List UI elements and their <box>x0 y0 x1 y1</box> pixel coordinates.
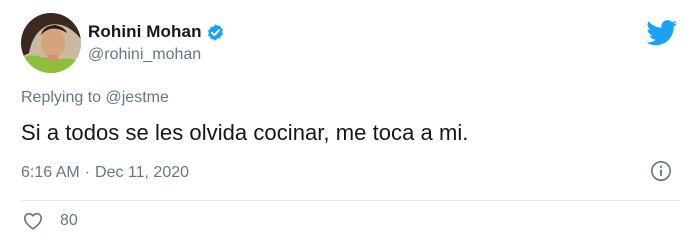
timestamp-separator: · <box>84 164 91 181</box>
author-handle[interactable]: @rohini_mohan <box>88 46 201 64</box>
like-count: 80 <box>60 212 78 229</box>
divider <box>21 200 680 201</box>
tweet-date: Dec 11, 2020 <box>95 164 190 181</box>
heart-icon <box>22 210 44 232</box>
replying-to: Replying to @jestme <box>21 89 169 107</box>
avatar[interactable] <box>21 13 81 73</box>
author-name-row: Rohini Mohan <box>88 22 225 42</box>
replying-to-label: Replying to <box>21 89 106 106</box>
tweet-text: Si a todos se les olvida cocinar, me toc… <box>21 120 469 145</box>
tweet-timestamp[interactable]: 6:16 AM · Dec 11, 2020 <box>21 164 189 182</box>
reply-mention-link[interactable]: @jestme <box>106 89 169 106</box>
avatar-image <box>21 13 81 73</box>
tweet-time: 6:16 AM <box>21 164 80 181</box>
twitter-bird-icon[interactable] <box>646 20 678 46</box>
like-button[interactable]: 80 <box>22 210 78 232</box>
author-display-name[interactable]: Rohini Mohan <box>88 22 202 42</box>
tweet-card: Rohini Mohan @rohini_mohan Replying to @… <box>0 0 700 249</box>
info-icon[interactable] <box>650 160 672 182</box>
verified-badge-icon <box>206 23 225 42</box>
